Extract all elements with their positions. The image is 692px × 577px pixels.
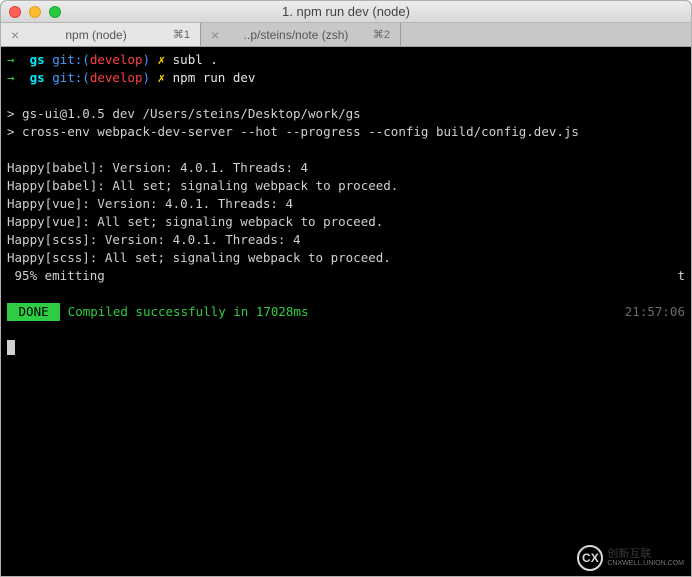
output-line: > cross-env webpack-dev-server --hot --p…: [7, 124, 579, 139]
progress-text: 95% emitting: [7, 268, 105, 283]
tab-shortcut: ⌘2: [373, 28, 390, 41]
command-text: subl .: [173, 52, 218, 67]
output-line: Happy[scss]: Version: 4.0.1. Threads: 4: [7, 232, 301, 247]
watermark-text: 创新互联: [607, 549, 684, 560]
output-line: Happy[vue]: Version: 4.0.1. Threads: 4: [7, 196, 293, 211]
minimize-icon[interactable]: [29, 6, 41, 18]
prompt-dirty-icon: ✗: [158, 70, 166, 85]
watermark-badge: CX: [577, 545, 603, 571]
tab-label: ..p/steins/note (zsh): [227, 28, 365, 42]
tab-shortcut: ⌘1: [173, 28, 190, 41]
tab-npm[interactable]: × npm (node) ⌘1: [1, 23, 201, 46]
timestamp: 21:57:06: [625, 303, 685, 321]
output-line: > gs-ui@1.0.5 dev /Users/steins/Desktop/…: [7, 106, 361, 121]
tab-label: npm (node): [27, 28, 165, 42]
maximize-icon[interactable]: [49, 6, 61, 18]
window-controls: [9, 6, 61, 18]
cursor-icon: [7, 340, 15, 355]
watermark-sub: CNXWELL.UNION.COM: [607, 560, 684, 567]
prompt-branch: develop: [90, 70, 143, 85]
watermark: CX 创新互联 CNXWELL.UNION.COM: [577, 545, 684, 571]
watermark-text-block: 创新互联 CNXWELL.UNION.COM: [607, 549, 684, 567]
output-line: Happy[babel]: All set; signaling webpack…: [7, 178, 398, 193]
output-line: Happy[vue]: All set; signaling webpack t…: [7, 214, 383, 229]
window-title: 1. npm run dev (node): [1, 4, 691, 19]
prompt-arrow-icon: →: [7, 52, 15, 67]
close-icon[interactable]: ×: [211, 28, 219, 42]
prompt-git: git:: [52, 52, 82, 67]
prompt-arrow-icon: →: [7, 70, 15, 85]
titlebar: 1. npm run dev (node): [1, 1, 691, 23]
close-icon[interactable]: [9, 6, 21, 18]
prompt-host: gs: [30, 52, 45, 67]
output-line: Happy[scss]: All set; signaling webpack …: [7, 250, 391, 265]
terminal-window: 1. npm run dev (node) × npm (node) ⌘1 × …: [0, 0, 692, 577]
done-badge: DONE: [7, 303, 60, 321]
output-line: Happy[babel]: Version: 4.0.1. Threads: 4: [7, 160, 308, 175]
prompt-branch: develop: [90, 52, 143, 67]
tab-note[interactable]: × ..p/steins/note (zsh) ⌘2: [201, 23, 401, 46]
prompt-dirty-icon: ✗: [158, 52, 166, 67]
close-icon[interactable]: ×: [11, 28, 19, 42]
done-message: Compiled successfully in 17028ms: [60, 304, 308, 319]
prompt-host: gs: [30, 70, 45, 85]
prompt-git: git:: [52, 70, 82, 85]
command-text: npm run dev: [173, 70, 256, 85]
progress-right: t: [677, 267, 685, 285]
tab-bar: × npm (node) ⌘1 × ..p/steins/note (zsh) …: [1, 23, 691, 47]
terminal-body[interactable]: → gs git:(develop) ✗ subl . → gs git:(de…: [1, 47, 691, 576]
